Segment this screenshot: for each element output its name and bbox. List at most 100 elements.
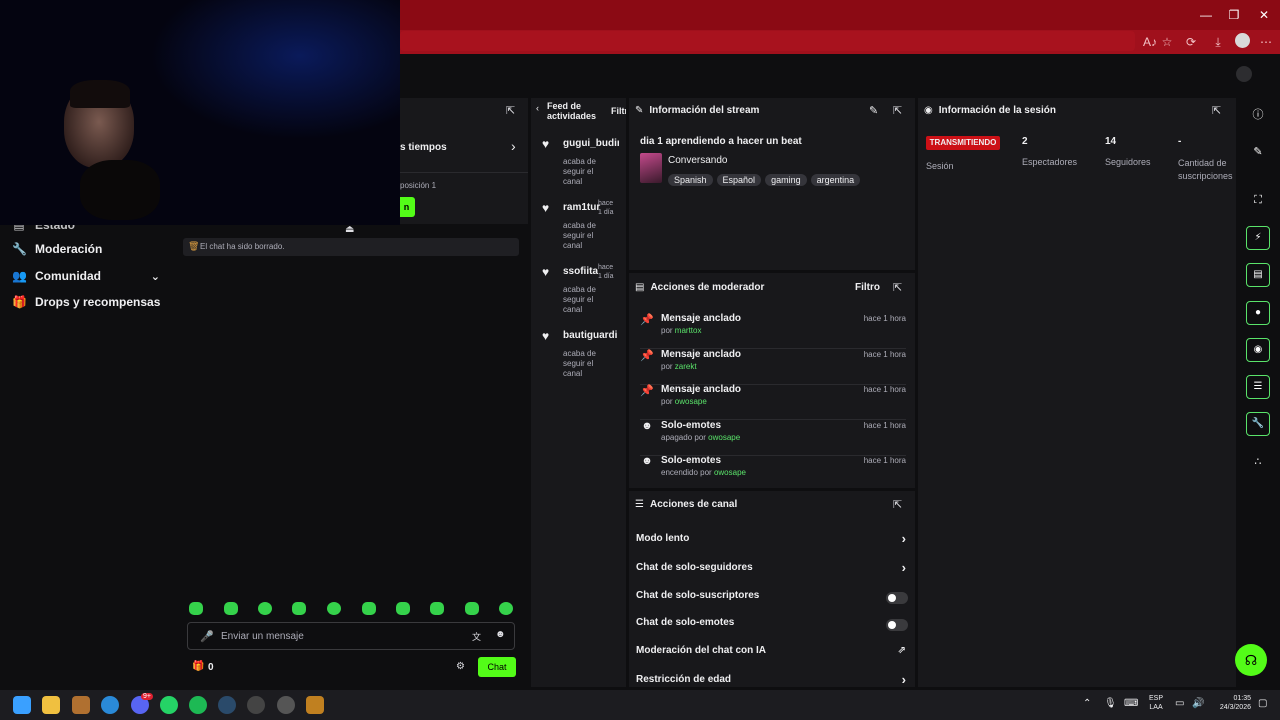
stream-info-header: ✎ Información del stream [635, 105, 760, 116]
emote-icon[interactable] [465, 602, 479, 615]
favorite-star-icon[interactable]: ☆ [1158, 33, 1176, 51]
emote-icon[interactable] [430, 602, 444, 615]
session-info-panel [918, 98, 1236, 687]
emoji-picker-icon[interactable]: ☻ [495, 629, 506, 640]
app-icon[interactable] [72, 696, 90, 714]
edit-pencil-icon[interactable]: ✎ [869, 104, 878, 117]
mod-user-link[interactable]: marttox [675, 326, 702, 335]
app-icon[interactable] [277, 696, 295, 714]
expand-icon[interactable]: ⛶ [1246, 188, 1270, 212]
subs-only-toggle[interactable] [886, 592, 908, 604]
emote-icon[interactable] [258, 602, 272, 615]
profile-avatar[interactable] [1235, 33, 1250, 48]
help-support-icon[interactable]: ☊ [1235, 644, 1267, 676]
language-indicator[interactable]: ESP LAA [1149, 694, 1163, 712]
chevron-right-icon[interactable]: › [511, 138, 516, 154]
chevron-right-icon: › [901, 560, 906, 575]
tag-pill[interactable]: Spanish [668, 174, 713, 186]
browser-menu-icon[interactable]: ⋯ [1257, 33, 1275, 51]
mod-user-link[interactable]: owosape [714, 468, 746, 477]
tag-pill[interactable]: argentina [810, 174, 861, 186]
microphone-icon[interactable]: 🎤 [200, 630, 214, 643]
category-thumbnail[interactable] [640, 153, 662, 183]
subs-count: - [1178, 136, 1182, 147]
minimize-button[interactable]: — [1196, 6, 1216, 24]
file-explorer-icon[interactable] [42, 696, 60, 714]
emote-icon[interactable] [224, 602, 238, 615]
tag-pill[interactable]: gaming [765, 174, 807, 186]
broadcast-icon[interactable]: ◉ [1246, 338, 1270, 362]
emote-icon[interactable] [396, 602, 410, 615]
url-input[interactable] [400, 31, 1135, 51]
emote-icon[interactable] [327, 602, 341, 615]
emotes-only-toggle[interactable] [886, 619, 908, 631]
obs-icon[interactable] [247, 696, 265, 714]
edge-browser-icon[interactable] [101, 696, 119, 714]
stream-category[interactable]: Conversando [668, 155, 727, 166]
lightning-icon[interactable]: ⚡ [1246, 226, 1270, 250]
stream-tags: Spanish Español gaming argentina [668, 170, 864, 188]
keyboard-icon[interactable]: ⌨ [1124, 698, 1138, 709]
emote-icon[interactable] [189, 602, 203, 615]
wrench-icon[interactable]: 🔧 [1246, 412, 1270, 436]
restore-button[interactable]: ❐ [1224, 6, 1244, 24]
chat-partial-button[interactable]: n [398, 197, 415, 217]
emote-icon[interactable] [499, 602, 513, 615]
channel-action-emotes-only: Chat de solo-emotes [636, 617, 908, 633]
info-icon[interactable]: ⓘ [1246, 103, 1270, 127]
pencil-icon[interactable]: ✎ [1246, 140, 1270, 164]
chat-send-button[interactable]: Chat [478, 657, 516, 677]
popout-icon[interactable]: ⇱ [893, 281, 902, 294]
tag-pill[interactable]: Español [716, 174, 762, 186]
more-icon[interactable]: ∴ [1246, 450, 1270, 474]
chat-settings-gear-icon[interactable]: ⚙ [456, 661, 465, 672]
clock[interactable]: 01:35 24/3/2026 [1213, 694, 1251, 712]
popout-icon[interactable]: ⇱ [1212, 104, 1221, 117]
back-chevron-icon[interactable]: ‹ [536, 103, 539, 113]
emote-icon[interactable] [362, 602, 376, 615]
popout-icon[interactable]: ⇱ [893, 498, 902, 511]
heart-icon: ♥ [542, 265, 550, 279]
mod-filter-button[interactable]: Filtro [855, 282, 880, 293]
chevron-down-icon: ⌄ [150, 270, 160, 283]
chat-bubble-icon[interactable]: ● [1246, 301, 1270, 325]
channel-action-ai-moderation[interactable]: Moderación del chat con IA ⇗ [636, 645, 908, 661]
volume-icon[interactable]: 🔊 [1192, 698, 1204, 709]
sidebar-item-comunidad[interactable]: 👥 Comunidad ⌄ [12, 267, 160, 285]
broadcast-icon: ◉ [924, 105, 933, 116]
microphone-tray-icon[interactable]: 🎙 [1104, 698, 1117, 709]
mod-user-link[interactable]: zarekt [675, 362, 697, 371]
popout-icon[interactable]: ⇱ [893, 104, 902, 117]
extensions-icon[interactable]: ⟳ [1182, 33, 1200, 51]
emote-icon[interactable] [292, 602, 306, 615]
downloads-icon[interactable]: ⤓ [1209, 33, 1227, 51]
sidebar-item-moderacion[interactable]: 🔧 Moderación [12, 240, 102, 258]
document-icon[interactable]: ▤ [1246, 263, 1270, 287]
network-icon[interactable]: ▭ [1175, 698, 1184, 709]
channel-action-slow-mode[interactable]: Modo lento › [636, 531, 908, 549]
sidebar-item-label: Comunidad [35, 269, 101, 283]
mod-user-link[interactable]: owosape [708, 433, 740, 442]
read-aloud-icon[interactable]: A♪ [1141, 33, 1159, 51]
tray-chevron-up-icon[interactable]: ⌃ [1083, 698, 1091, 709]
fl-studio-icon[interactable] [306, 696, 324, 714]
mod-user-link[interactable]: owosape [675, 397, 707, 406]
close-window-button[interactable]: ✕ [1254, 6, 1274, 24]
activity-feed-title: Feed de actividades [547, 101, 597, 121]
windows-start-icon[interactable] [13, 696, 31, 714]
sidebar-item-drops[interactable]: 🎁 Drops y recompensas [12, 293, 160, 311]
collapse-icon[interactable]: ⏏ [345, 224, 354, 235]
heart-icon: ♥ [542, 137, 550, 151]
whatsapp-icon[interactable] [160, 696, 178, 714]
chat-input[interactable]: 🎤 Enviar un mensaje 文 ☻ [187, 622, 515, 650]
steam-icon[interactable] [218, 696, 236, 714]
channel-action-age-restriction[interactable]: Restricción de edad › [636, 674, 908, 687]
notifications-icon[interactable]: ▢ [1258, 698, 1267, 709]
channel-action-followers-only[interactable]: Chat de solo-seguidores › [636, 560, 908, 578]
popout-icon[interactable]: ⇱ [506, 104, 515, 117]
layout-icon[interactable]: ☰ [1246, 375, 1270, 399]
spotify-icon[interactable] [189, 696, 207, 714]
feed-filter-button[interactable]: Filtr [611, 106, 626, 116]
user-avatar[interactable] [1236, 66, 1252, 82]
translate-icon[interactable]: 文 [472, 630, 481, 643]
